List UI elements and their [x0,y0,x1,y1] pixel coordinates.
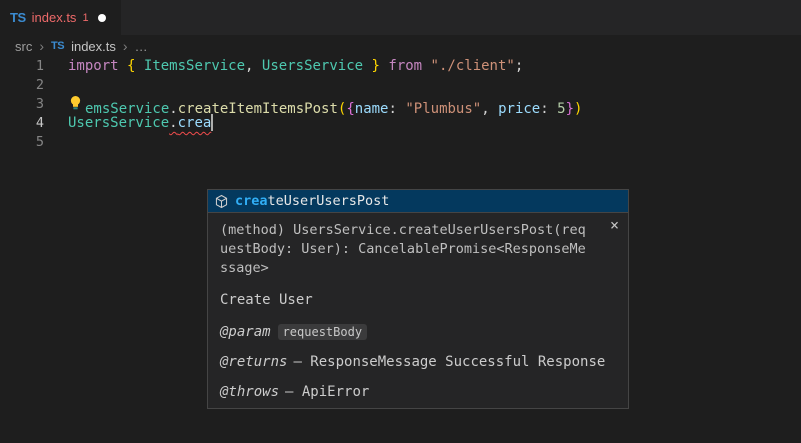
code-token [119,58,127,74]
text-cursor [211,114,213,131]
code-token: import [68,58,119,74]
jsdoc-text: — ResponseMessage Successful Response [293,354,605,370]
code-token: UsersService [68,115,169,131]
code-text: emsService.createItemItemsPost({name: "P… [44,95,582,114]
code-token: crea [178,115,212,131]
code-line[interactable]: 5 [0,133,801,152]
typescript-file-icon: TS [10,10,26,25]
code-token [549,101,557,117]
breadcrumb: src › TS index.ts › … [0,35,801,57]
code-token: ItemsService [144,58,245,74]
method-symbol-icon [214,194,229,209]
code-token: . [169,115,177,131]
chevron-right-icon: › [39,38,44,54]
code-token: ; [515,58,523,74]
code-token: UsersService [262,58,363,74]
suggestion-label: createUserUsersPost [235,192,389,211]
code-line[interactable]: 3emsService.createItemItemsPost({name: "… [0,95,801,114]
code-token: 5 [557,101,565,117]
code-token: name [355,101,389,117]
code-token: { [346,101,354,117]
breadcrumb-file[interactable]: index.ts [71,39,116,54]
code-token: } [372,58,380,74]
code-token: : [388,101,396,117]
tab-problem-count: 1 [82,12,88,24]
line-number: 2 [0,76,44,95]
chevron-right-icon: › [123,38,128,54]
code-text [44,133,68,152]
intellisense-widget: createUserUsersPost × (method) UsersServ… [207,189,629,409]
code-token [490,101,498,117]
line-number: 3 [0,95,44,114]
signature-line: ssage> [220,259,616,278]
code-line[interactable]: 2 [0,76,801,95]
suggestion-docs-panel: × (method) UsersService.createUserUsersP… [207,212,629,409]
jsdoc-throws-line: @throws — ApiError [220,383,616,400]
signature-line: uestBody: User): CancelablePromise<Respo… [220,240,616,259]
line-number: 5 [0,133,44,152]
code-token: "./client" [431,58,515,74]
code-editor[interactable]: 1import { ItemsService, UsersService } f… [0,57,801,152]
code-token [422,58,430,74]
code-lines: 1import { ItemsService, UsersService } f… [0,57,801,152]
breadcrumb-ellipsis[interactable]: … [135,39,148,54]
code-token [135,58,143,74]
code-token: } [566,101,574,117]
typescript-file-icon: TS [51,40,64,52]
code-text: import { ItemsService, UsersService } fr… [44,57,523,76]
breadcrumb-folder[interactable]: src [15,39,32,54]
jsdoc-tag: @param [220,324,271,340]
tab-file-name: index.ts [32,10,77,25]
code-token: price [498,101,540,117]
jsdoc-tag: @throws [220,384,279,400]
code-token: ) [574,101,582,117]
tab-index-ts[interactable]: TS index.ts 1 [0,0,121,35]
param-name-chip: requestBody [278,324,367,340]
code-token: "Plumbus" [405,101,481,117]
jsdoc-tag: @returns [220,354,287,370]
line-number: 1 [0,57,44,76]
code-token: : [540,101,548,117]
jsdoc-returns-line: @returns — ResponseMessage Successful Res… [220,353,616,370]
close-icon[interactable]: × [610,218,619,233]
suggestion-match-text: crea [235,193,268,209]
unsaved-changes-dot-icon[interactable] [98,14,106,22]
code-token [253,58,261,74]
signature-line: (method) UsersService.createUserUsersPos… [220,221,616,240]
line-number: 4 [0,114,44,133]
code-line[interactable]: 1import { ItemsService, UsersService } f… [0,57,801,76]
jsdoc-param-line: @param requestBody [220,323,616,340]
code-text [44,76,68,95]
doc-description: Create User [220,291,616,310]
tab-bar: TS index.ts 1 [0,0,801,35]
jsdoc-text: — ApiError [285,384,369,400]
suggestion-item-createUserUsersPost[interactable]: createUserUsersPost [207,189,629,212]
code-text: UsersService.crea [44,114,213,133]
code-token: from [388,58,422,74]
suggestion-rest-text: teUserUsersPost [268,193,390,209]
code-token [363,58,371,74]
method-signature: (method) UsersService.createUserUsersPos… [220,221,616,278]
code-token: , [481,101,489,117]
